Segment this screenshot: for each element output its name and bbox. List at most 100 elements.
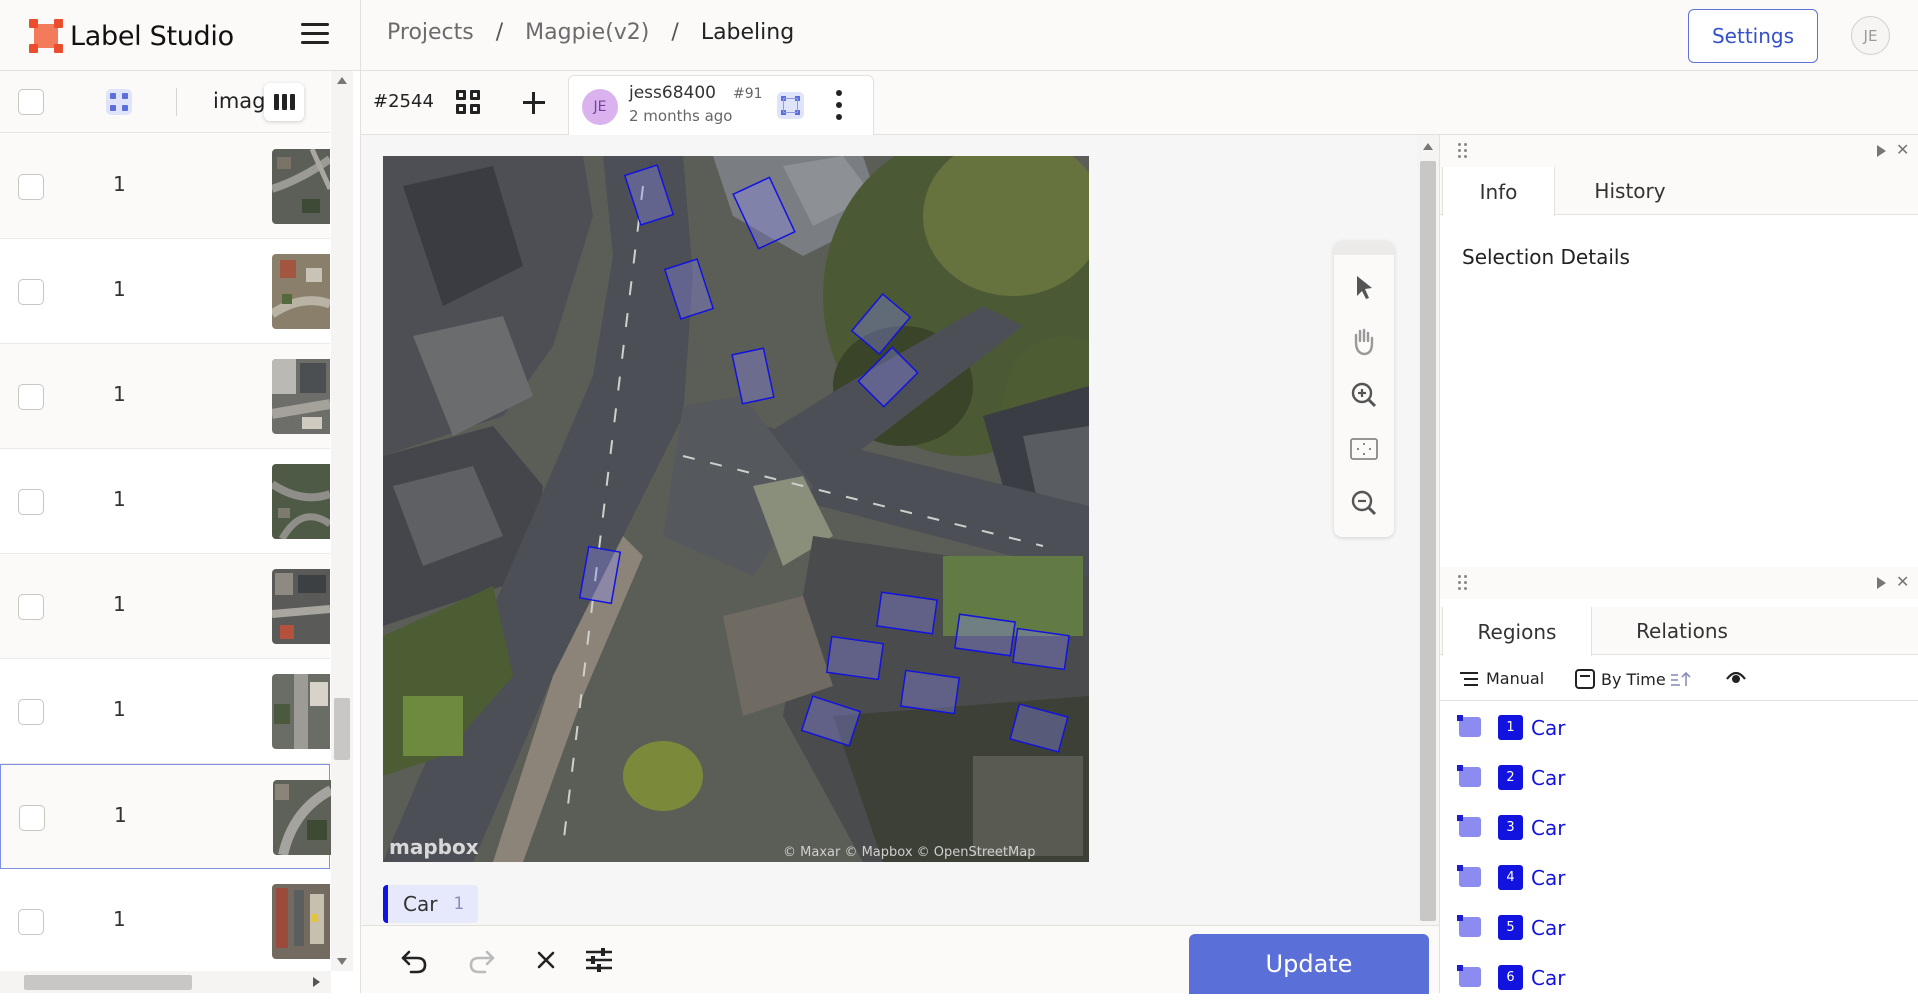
sort-toggle[interactable]: By Time [1575,669,1692,689]
region-index: 3 [1498,815,1523,840]
region-box[interactable] [1012,627,1070,671]
tab-regions[interactable]: Regions [1442,607,1592,656]
collapse-panel-icon[interactable] [1877,577,1886,589]
scroll-up-icon[interactable] [337,77,347,84]
table-row[interactable]: 1 [0,554,330,659]
canvas-scrollbar[interactable] [1417,135,1439,925]
region-index: 2 [1498,765,1523,790]
table-row[interactable]: 1 [0,239,330,344]
region-box[interactable] [954,613,1016,657]
table-row[interactable]: 1 [0,449,330,554]
task-thumbnail [273,780,331,855]
task-id: #2544 [373,91,434,112]
labeling-canvas: mapbox © Maxar © Mapbox © OpenStreetMap [361,135,1417,925]
regions-toolbar: Manual By Time [1440,657,1918,701]
tab-history[interactable]: History [1555,167,1705,215]
fit-icon[interactable] [1348,433,1380,465]
tab-info[interactable]: Info [1442,167,1555,216]
scrollbar-thumb[interactable] [1420,161,1436,921]
table-row[interactable]: 1 [0,344,330,449]
zoom-out-icon[interactable] [1348,487,1380,519]
clock-icon [1575,669,1595,689]
pointer-icon[interactable] [1348,271,1380,303]
columns-icon[interactable] [264,83,304,121]
add-annotation-icon[interactable] [521,90,547,116]
column-header-image[interactable]: image [213,89,269,113]
close-panel-icon[interactable]: ✕ [1896,574,1909,590]
task-rows: 1 1 1 1 1 1 1 1 [0,134,331,974]
list-item[interactable]: 3 Car [1440,802,1918,852]
aerial-image[interactable]: mapbox © Maxar © Mapbox © OpenStreetMap [383,156,1089,862]
row-checkbox[interactable] [18,909,44,935]
divider [360,0,361,71]
brand-name: Label Studio [70,20,234,52]
redo-icon[interactable] [465,944,497,976]
annotations-column-icon[interactable] [106,89,132,115]
collapse-panel-icon[interactable] [1877,145,1886,157]
select-all-checkbox[interactable] [18,89,44,115]
annotation-tab[interactable]: JE jess68400 #91 2 months ago [568,75,874,135]
top-bar: Label Studio Projects / Magpie(v2) / Lab… [0,0,1918,71]
region-box[interactable] [899,669,961,715]
row-checkbox[interactable] [18,279,44,305]
zoom-in-icon[interactable] [1348,379,1380,411]
settings-button[interactable]: Settings [1688,9,1818,63]
task-thumbnail [272,464,330,539]
label-car[interactable]: Car 1 [383,885,479,923]
row-checkbox[interactable] [18,489,44,515]
order-mode-toggle[interactable]: Manual [1460,669,1544,688]
region-label: Car [1531,966,1566,990]
info-tabs: Info History [1440,167,1918,216]
undo-icon[interactable] [399,944,431,976]
region-box[interactable] [876,591,938,635]
tab-relations[interactable]: Relations [1592,607,1772,655]
row-checkbox[interactable] [18,594,44,620]
table-row[interactable]: 1 [0,764,331,869]
annotation-count: 1 [113,592,126,616]
scroll-up-icon[interactable] [1423,143,1433,150]
rectangle-region-icon [1457,965,1481,987]
table-row[interactable]: 1 [0,134,330,239]
visibility-icon[interactable] [1726,669,1746,685]
grid-view-icon[interactable] [456,90,482,116]
row-checkbox[interactable] [18,699,44,725]
breadcrumb-projects[interactable]: Projects [387,20,474,45]
settings-sliders-icon[interactable] [583,944,615,976]
scroll-right-icon[interactable] [313,977,320,987]
annotation-count: 1 [113,487,126,511]
table-row[interactable]: 1 [0,869,330,974]
list-item[interactable]: 4 Car [1440,852,1918,902]
list-item[interactable]: 1 Car [1440,702,1918,752]
scroll-down-icon[interactable] [337,958,347,965]
region-box[interactable] [825,635,885,681]
scrollbar-thumb[interactable] [334,698,350,760]
menu-icon[interactable] [301,22,329,46]
user-avatar[interactable]: JE [1851,16,1890,55]
mapbox-logo: mapbox [389,835,479,859]
list-item[interactable]: 6 Car [1440,952,1918,1002]
breadcrumb-project[interactable]: Magpie(v2) [525,20,649,45]
table-row[interactable]: 1 [0,659,330,764]
more-options-icon[interactable] [834,90,844,122]
list-item[interactable]: 2 Car [1440,752,1918,802]
task-list-horizontal-scrollbar[interactable] [0,971,331,993]
row-checkbox[interactable] [18,384,44,410]
brand[interactable]: Label Studio [29,18,234,54]
task-thumbnail [272,884,330,959]
hand-icon[interactable] [1348,325,1380,357]
annotation-count: 1 [113,697,126,721]
regions-panel-header[interactable]: ✕ [1440,567,1918,599]
annotation-bar: #2544 JE jess68400 #91 2 months ago [361,71,1918,135]
scrollbar-thumb[interactable] [24,975,192,990]
reset-icon[interactable] [530,944,562,976]
drag-handle-icon[interactable] [1458,575,1468,591]
close-panel-icon[interactable]: ✕ [1896,142,1909,158]
row-checkbox[interactable] [19,805,45,831]
task-list-scrollbar[interactable] [331,71,353,971]
list-item[interactable]: 5 Car [1440,902,1918,952]
sort-direction-icon[interactable] [1670,670,1692,688]
update-button[interactable]: Update [1189,934,1429,994]
info-panel-header[interactable]: ✕ [1440,135,1918,167]
row-checkbox[interactable] [18,174,44,200]
drag-handle-icon[interactable] [1458,143,1468,159]
